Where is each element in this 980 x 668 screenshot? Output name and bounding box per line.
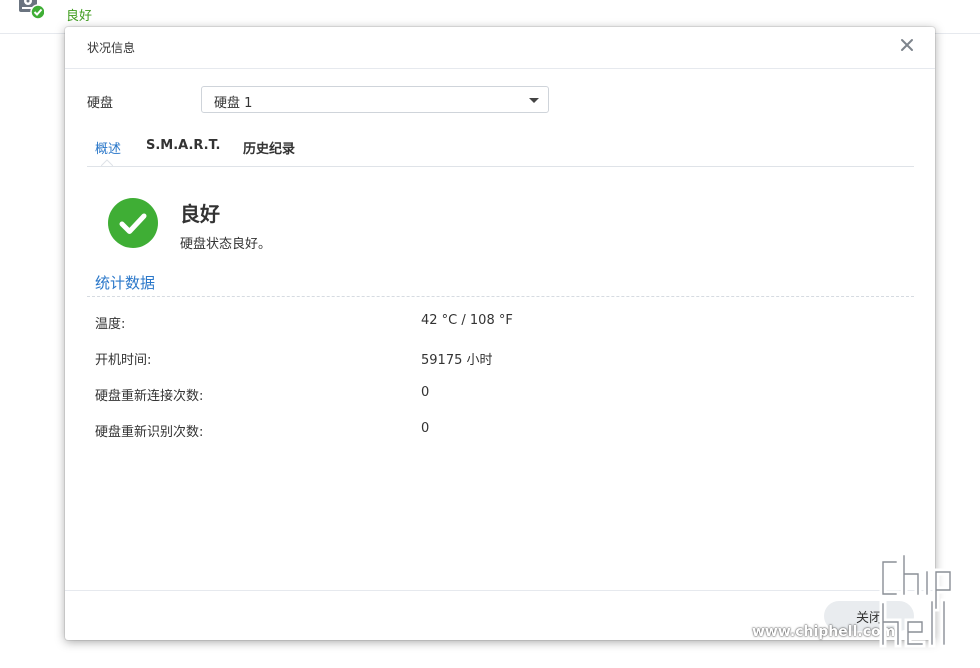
status-info-dialog: 状况信息 硬盘 硬盘 1 概述 S.M.A.R.T. 历史纪录 良好 硬盘状态良…	[65, 27, 935, 640]
health-status-title: 良好	[180, 202, 220, 226]
watermark-url: www.chiphell.com	[752, 624, 896, 640]
disk-select[interactable]: 硬盘 1	[201, 86, 549, 113]
reconnect-count-value: 0	[421, 385, 430, 400]
tab-smart[interactable]: S.M.A.R.T.	[146, 138, 220, 153]
reidentify-count-value: 0	[421, 421, 430, 436]
dialog-title: 状况信息	[87, 41, 136, 55]
tab-history[interactable]: 历史纪录	[243, 138, 295, 157]
tab-overview[interactable]: 概述	[95, 138, 121, 157]
active-tab-indicator	[101, 159, 113, 167]
temperature-label: 温度:	[95, 317, 126, 332]
check-circle-icon	[108, 198, 158, 248]
temperature-value: 42 °C / 108 °F	[421, 313, 513, 328]
reidentify-count-label: 硬盘重新识别次数:	[95, 425, 204, 440]
reconnect-count-label: 硬盘重新连接次数:	[95, 389, 204, 404]
disk-select-value: 硬盘 1	[214, 96, 253, 111]
background-status-text: 良好	[66, 9, 93, 24]
tab-bar: 概述 S.M.A.R.T. 历史纪录	[87, 137, 914, 167]
power-on-time-label: 开机时间:	[95, 353, 152, 368]
caret-down-icon	[529, 98, 539, 103]
stats-section-title: 统计数据	[95, 274, 156, 292]
watermark-logo	[879, 552, 954, 648]
footer-divider	[65, 590, 935, 591]
disk-status-icon	[19, 0, 44, 20]
disk-field-label: 硬盘	[87, 96, 114, 111]
health-status-description: 硬盘状态良好。	[180, 237, 272, 252]
title-divider	[65, 68, 935, 69]
close-icon[interactable]	[899, 37, 915, 53]
stats-divider	[87, 296, 914, 297]
power-on-time-value: 59175 小时	[421, 353, 493, 368]
